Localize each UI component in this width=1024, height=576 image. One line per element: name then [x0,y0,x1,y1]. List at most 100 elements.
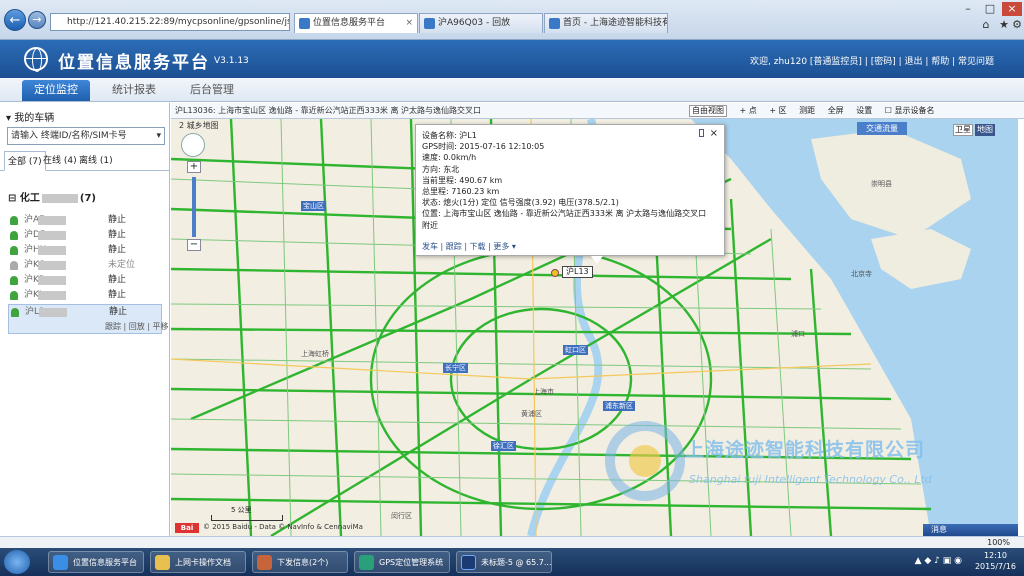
message-tab[interactable]: 消息 [923,524,1018,536]
taskbar-item-ie[interactable]: 位置信息服务平台 [48,551,144,573]
taskbar-item-messages[interactable]: 下发信息(2个) [252,551,348,573]
masked-plate [39,308,67,317]
forward-icon[interactable]: → [28,11,46,29]
vehicle-row-selected[interactable]: 沪L1 静止 跟踪 | 回放 | 平移 [8,304,169,334]
zoom-slider[interactable] [192,177,196,237]
taskbar-item-gps[interactable]: GPS定位管理系统 [354,551,450,573]
filter-tab-online[interactable]: 在线 (4) [40,151,80,171]
vehicle-row[interactable]: 沪HX 静止 [8,243,162,258]
browser-tab-2[interactable]: 沪A96Q03 - 回放 [419,13,543,33]
zoom-level[interactable]: 100% [987,537,1010,548]
district-label: 浦东新区 [603,401,635,411]
taskbar-item-folder[interactable]: 上网卡操作文档 [150,551,246,573]
page-icon [299,18,310,29]
vehicle-icon [10,231,18,240]
close-window-icon[interactable]: × [1002,2,1022,16]
masked-plate [38,246,66,255]
current-address: 沪L13036: 上海市宝山区 逸仙路 - 靠近新公汽站正西333米 离 沪太路… [175,106,482,115]
masked-plate [38,291,66,300]
satellite-layer-button[interactable]: 卫星 [953,124,973,136]
place-label: 北京寺 [851,270,872,278]
popup-line: 附近 [422,220,438,230]
folder-icon [155,555,170,570]
vehicle-info-popup: × 设备名称: 沪L1 GPS时间: 2015-07-16 12:10:05 速… [415,124,725,256]
address-text: http://121.40.215.22:89/mycpsonline/gpso… [67,17,290,27]
zoom-in-button[interactable]: + [187,161,201,173]
popup-line: 当前里程: 490.67 km [422,175,503,185]
map-toolbar: 沪L13036: 上海市宝山区 逸仙路 - 靠近新公汽站正西333米 离 沪太路… [171,103,1024,119]
vehicle-group[interactable]: ⊟ 化工 (7) [8,189,96,204]
district-label: 虹口区 [563,345,588,355]
tab-reports[interactable]: 统计报表 [100,80,168,101]
map-canvas[interactable]: 2 城乡地图 + − 交通流量 卫星 地图 宝山区 虹口区 上海虹桥 长宁区 上… [171,119,1018,536]
taskbar-item-photoshop[interactable]: 未标题-5 @ 65.7... [456,551,552,573]
start-button[interactable] [4,550,30,574]
vehicle-search-input[interactable]: 请输入 终端ID/名称/SIM卡号 ▾ [7,127,165,145]
map-type-label[interactable]: 2 城乡地图 [179,120,219,131]
watermark-company-cn: 上海途迹智能科技有限公司 [685,439,926,461]
popup-actions[interactable]: 发车 | 跟踪 | 下载 | 更多 ▾ [422,241,516,252]
vehicle-filter-tabs: 全部 (7) 在线 (4) 离线 (1) [0,151,170,171]
vehicle-row[interactable]: 沪AE 静止 [8,213,162,228]
add-point-button[interactable]: + 点 [740,103,757,118]
vehicle-icon [10,246,18,255]
place-label: 崇明县 [871,180,892,188]
vehicle-marker-icon[interactable] [551,269,559,277]
vehicle-actions[interactable]: 跟踪 | 回放 | 平移 [105,319,169,334]
vehicle-row[interactable]: 沪DF 静止 [8,228,162,243]
search-placeholder: 请输入 终端ID/名称/SIM卡号 [11,131,127,141]
pin-icon[interactable] [699,129,704,137]
place-label: 上海市 [533,388,554,396]
show-device-name-checkbox[interactable]: ☐ 显示设备名 [885,103,935,118]
user-links[interactable]: 欢迎, zhu120 [普通监控员] | [密码] | 退出 | 帮助 | 常见… [750,54,994,67]
system-tray-icons[interactable]: ▲ ◆ ♪ ▣ ◉ [915,556,962,566]
vehicle-row[interactable]: 沪KL 静止 [8,288,162,303]
masked-plate [38,276,66,285]
scale-label: 5 公里 [231,506,252,514]
maximize-icon[interactable]: □ [980,2,1000,16]
browser-status-bar: 100% [0,536,1024,548]
measure-button[interactable]: 测距 [799,103,815,118]
vehicle-sidebar: ▾ 我的车辆 请输入 终端ID/名称/SIM卡号 ▾ 全部 (7) 在线 (4)… [0,103,170,546]
home-icon[interactable]: ⌂ [976,18,996,32]
filter-tab-offline[interactable]: 离线 (1) [76,151,116,171]
vehicle-row[interactable]: 沪KD 静止 [8,273,162,288]
fullscreen-button[interactable]: 全屏 [828,103,844,118]
tab-location-monitor[interactable]: 定位监控 [22,80,90,101]
map-layer-button[interactable]: 地图 [975,124,995,136]
pan-control-icon[interactable] [181,133,205,157]
traffic-layer-button[interactable]: 交通流量 [857,122,907,135]
back-icon[interactable]: ← [4,9,26,31]
place-label: 闵行区 [391,512,412,520]
browser-tab-3[interactable]: 首页 - 上海途迹智能科技有限... [544,13,668,33]
popup-line: 状态: 熄火(1分) 定位 信号强度(3.92) 电压(378.5/2.1) [422,198,619,208]
vehicle-status: 静止 [108,230,127,240]
close-icon[interactable]: × [405,14,413,33]
zoom-out-button[interactable]: − [187,239,201,251]
place-label: 浦口 [791,330,805,338]
vehicle-row[interactable]: 沪KC 未定位 [8,258,162,273]
browser-tab-1[interactable]: 位置信息服务平台 × [294,13,418,33]
globe-logo-icon [24,47,48,72]
close-icon[interactable]: × [710,128,718,139]
settings-button[interactable]: 设置 [856,103,872,118]
add-area-button[interactable]: + 区 [769,103,786,118]
view-select[interactable]: 自由视图 [689,105,727,117]
gear-icon[interactable]: ⚙ [1010,18,1024,32]
address-input[interactable]: http://121.40.215.22:89/mycpsonline/gpso… [50,13,290,31]
minimize-icon[interactable]: – [958,2,978,16]
vehicle-icon [10,216,18,225]
masked-plate [38,216,66,225]
company-logo-icon [605,421,685,501]
browser-toolbar: ← → http://121.40.215.22:89/mycpsonline/… [0,0,1024,40]
page-icon [549,18,560,29]
vehicle-icon [11,308,19,317]
app-version: V3.1.13 [214,56,249,66]
tab-admin[interactable]: 后台管理 [178,80,246,101]
gps-app-icon [359,555,374,570]
clock[interactable]: 12:10 2015/7/16 [975,550,1016,572]
scale-bar [211,515,283,521]
vehicle-marker-label[interactable]: 沪L13 [562,266,593,278]
district-label: 徐汇区 [491,441,516,451]
vehicle-status: 静止 [108,275,127,285]
